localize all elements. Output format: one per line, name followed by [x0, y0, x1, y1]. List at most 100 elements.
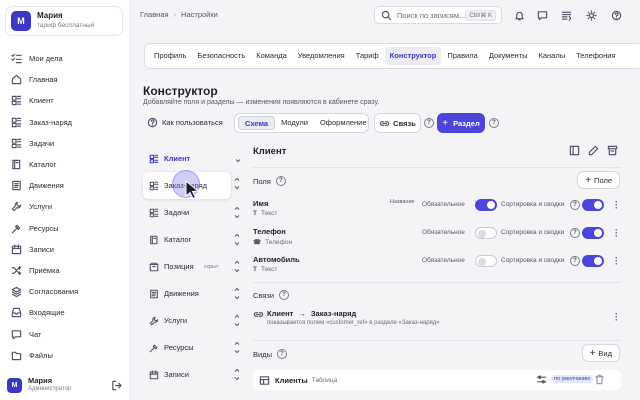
- more-icon[interactable]: · · ·: [615, 226, 618, 241]
- required-toggle[interactable]: [475, 255, 497, 267]
- link-row[interactable]: Клиент → Заказ-наряд показывается полем «c…: [253, 309, 621, 331]
- section-item-records[interactable]: Записи: [143, 361, 244, 388]
- tab-profile[interactable]: Профиль: [149, 47, 191, 65]
- sidebar-item-label: Каталог: [29, 160, 57, 170]
- search-input[interactable]: Поиск по записям... Ctrl/⌘ K: [374, 6, 502, 24]
- sidebar-item-my-tasks[interactable]: Мои дела: [0, 48, 131, 69]
- tab-telephony[interactable]: Телефония: [571, 47, 620, 65]
- theme-toggle[interactable]: [583, 7, 600, 24]
- edit-icon[interactable]: [588, 145, 599, 156]
- layout-icon[interactable]: [569, 145, 580, 156]
- trash-icon[interactable]: [594, 374, 605, 385]
- section-item-tasks[interactable]: Задачи: [143, 199, 244, 226]
- tab-rules[interactable]: Правила: [442, 47, 482, 65]
- sidebar-item-home[interactable]: Главная: [0, 69, 131, 90]
- messages-button[interactable]: [534, 7, 551, 24]
- section-item-catalog[interactable]: Каталог: [143, 226, 244, 253]
- sidebar-item-movements[interactable]: Движения: [0, 175, 131, 196]
- add-link-button[interactable]: Связь: [374, 113, 421, 133]
- sort-help-icon[interactable]: ?: [570, 256, 580, 266]
- breadcrumb-home[interactable]: Главная: [140, 10, 169, 19]
- field-row[interactable]: Телефон ☎ Телефон Обязательное Сортировка…: [253, 226, 621, 251]
- segment-schema[interactable]: Схема: [238, 116, 276, 130]
- link-help-icon[interactable]: ?: [424, 118, 434, 128]
- user-profile[interactable]: М Мария Администратор: [0, 374, 131, 396]
- menu-button[interactable]: [558, 7, 575, 24]
- section-help-icon[interactable]: ?: [489, 118, 499, 128]
- chevron-up-icon[interactable]: [234, 314, 240, 319]
- view-row[interactable]: Клиенты Таблица по умолчанию: [253, 370, 621, 390]
- chevron-down-icon[interactable]: [234, 322, 240, 327]
- chevron-up-icon[interactable]: [234, 206, 240, 211]
- tab-security[interactable]: Безопасность: [192, 47, 250, 65]
- section-item-movements[interactable]: Движения: [143, 280, 244, 307]
- archive-icon[interactable]: [607, 145, 618, 156]
- links-help-icon[interactable]: ?: [279, 290, 290, 300]
- sidebar-item-inbox[interactable]: Входящие: [0, 302, 131, 323]
- more-icon[interactable]: · · ·: [615, 310, 618, 325]
- field-row[interactable]: Автомобиль T Текст Обязательное Сортировк…: [253, 254, 621, 279]
- tab-constructor[interactable]: Конструктор: [384, 47, 442, 65]
- chevron-up-icon[interactable]: [234, 177, 240, 182]
- topbar: Главная › Настройки Поиск по записям... Ct…: [131, 0, 640, 30]
- sort-toggle[interactable]: [582, 227, 604, 239]
- required-toggle[interactable]: [475, 199, 497, 211]
- chevron-down-icon[interactable]: [234, 185, 240, 190]
- section-item-services[interactable]: Услуги: [143, 307, 244, 334]
- sliders-icon[interactable]: [536, 374, 547, 385]
- chevron-down-icon[interactable]: [234, 214, 240, 219]
- required-toggle[interactable]: [475, 227, 497, 239]
- add-field-button[interactable]: + Поле: [577, 171, 620, 189]
- tab-plan[interactable]: Тариф: [351, 47, 384, 65]
- section-item-resources[interactable]: Ресурсы: [143, 334, 244, 361]
- chevron-up-icon[interactable]: [234, 260, 240, 265]
- chevron-up-icon[interactable]: [234, 341, 240, 346]
- sidebar-item-approvals[interactable]: Согласования: [0, 281, 131, 302]
- chevron-down-icon[interactable]: [235, 158, 241, 163]
- sidebar-item-tasks[interactable]: Задачи: [0, 133, 131, 154]
- logout-icon[interactable]: [111, 380, 122, 391]
- chevron-down-icon[interactable]: [234, 295, 240, 300]
- segment-modules[interactable]: Модули: [275, 116, 314, 130]
- sort-help-icon[interactable]: ?: [570, 228, 580, 238]
- chevron-down-icon[interactable]: [234, 376, 240, 381]
- sidebar-item-client[interactable]: Клиент: [0, 90, 131, 111]
- fields-help-icon[interactable]: ?: [275, 176, 286, 186]
- org-switcher[interactable]: М Мария тариф бесплатный: [5, 6, 123, 36]
- section-item-position[interactable]: Позиция скрыт: [143, 253, 244, 280]
- section-item-client[interactable]: Клиент: [143, 145, 244, 172]
- list-icon: [150, 289, 158, 298]
- more-icon[interactable]: · · ·: [615, 254, 618, 269]
- chevron-down-icon[interactable]: [234, 268, 240, 273]
- views-help-icon[interactable]: ?: [276, 349, 287, 359]
- sidebar-item-services[interactable]: Услуги: [0, 196, 131, 217]
- chevron-up-icon[interactable]: [234, 233, 240, 238]
- more-icon[interactable]: · · ·: [615, 198, 618, 213]
- sort-help-icon[interactable]: ?: [570, 200, 580, 210]
- sort-toggle[interactable]: [582, 255, 604, 267]
- add-view-button[interactable]: + Вид: [581, 344, 620, 362]
- sidebar-item-resources[interactable]: Ресурсы: [0, 218, 131, 239]
- sidebar-item-files[interactable]: Файлы: [0, 345, 131, 366]
- segment-appearance[interactable]: Оформление: [314, 116, 373, 130]
- help-button[interactable]: [608, 7, 625, 24]
- tab-team[interactable]: Команда: [251, 47, 292, 65]
- chevron-down-icon[interactable]: [234, 349, 240, 354]
- chevron-up-icon[interactable]: [234, 287, 240, 292]
- howto-link[interactable]: Как пользоваться: [147, 117, 223, 128]
- tab-notifications[interactable]: Уведомления: [293, 47, 350, 65]
- sidebar-item-reception[interactable]: Приёмка: [0, 260, 131, 281]
- chevron-up-icon[interactable]: [234, 368, 240, 373]
- tab-channels[interactable]: Каналы: [533, 47, 570, 65]
- sidebar-item-chat[interactable]: Чат: [0, 323, 131, 344]
- section-label: Каталог: [164, 235, 192, 244]
- add-section-button[interactable]: + Раздел: [437, 113, 485, 133]
- sidebar-item-catalog[interactable]: Каталог: [0, 154, 131, 175]
- sidebar-item-records[interactable]: Записи: [0, 239, 131, 260]
- field-row[interactable]: Имя T Текст Название Обязательное Сортиро…: [253, 198, 621, 223]
- notifications-button[interactable]: [511, 7, 528, 24]
- sort-toggle[interactable]: [582, 199, 604, 211]
- tab-documents[interactable]: Документы: [484, 47, 533, 65]
- sidebar-item-work-order[interactable]: Заказ-наряд: [0, 112, 131, 133]
- chevron-down-icon[interactable]: [234, 241, 240, 246]
